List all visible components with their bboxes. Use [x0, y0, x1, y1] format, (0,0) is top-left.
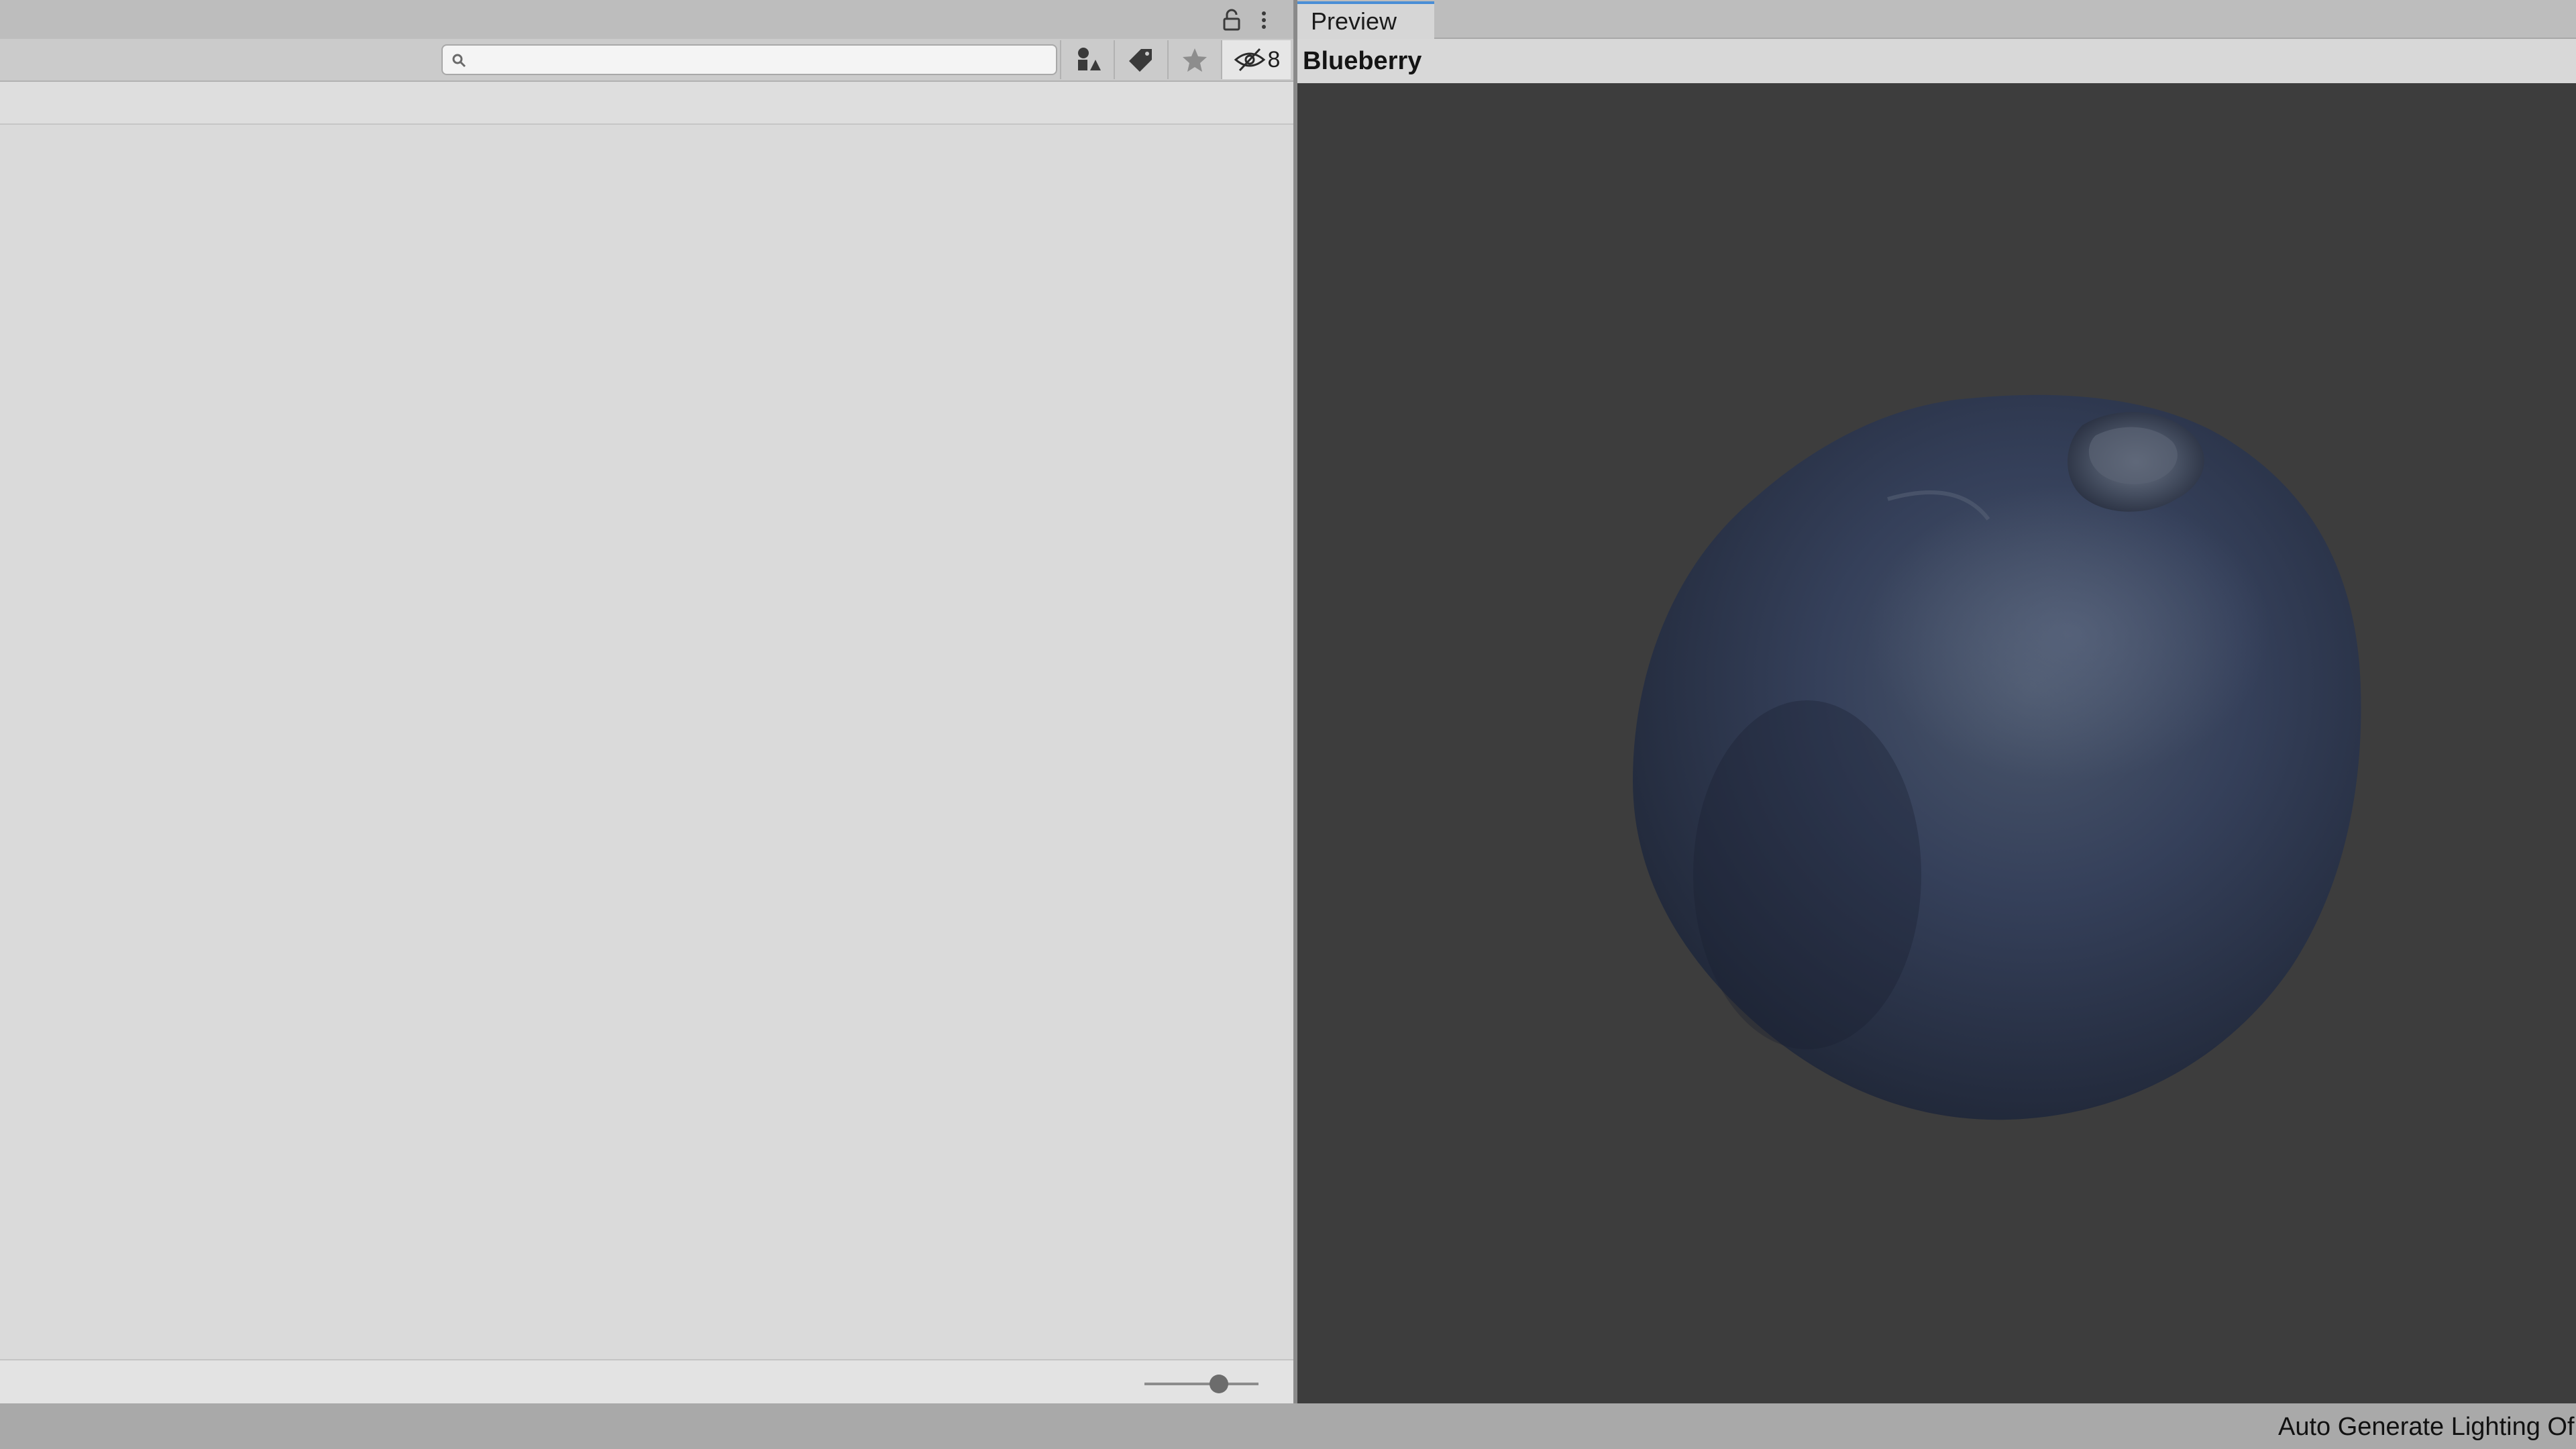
preview-header: Blueberry — [1297, 39, 2576, 83]
project-footer — [0, 1359, 1293, 1403]
search-icon — [452, 54, 466, 68]
zoom-slider-handle[interactable] — [1209, 1375, 1228, 1393]
filter-by-type-button[interactable] — [1060, 40, 1114, 79]
asset-name: Blueberry — [1303, 46, 1422, 75]
search-input[interactable] — [472, 47, 1052, 72]
project-toolbar: 8 — [0, 39, 1293, 82]
preview-panel: Preview Blueberry — [1297, 0, 2576, 1403]
preview-viewport[interactable] — [1297, 83, 2576, 1403]
tab-preview[interactable]: Preview — [1297, 1, 1434, 39]
status-text: Auto Generate Lighting Of — [2278, 1413, 2575, 1441]
more-options-icon[interactable] — [1256, 7, 1272, 34]
status-bar: Auto Generate Lighting Of — [0, 1403, 2576, 1449]
zoom-slider-track[interactable] — [1144, 1383, 1258, 1385]
tag-icon — [1129, 49, 1152, 72]
star-icon — [1183, 48, 1207, 72]
breadcrumb-bar — [0, 82, 1293, 125]
hidden-packages-button[interactable]: 8 — [1221, 40, 1291, 79]
asset-grid[interactable] — [0, 125, 1293, 1359]
filter-by-label-button[interactable] — [1114, 40, 1167, 79]
project-panel: 8 — [0, 0, 1293, 1403]
preview-tab-bar: Preview — [1297, 0, 2576, 39]
shapes-icon — [1078, 48, 1101, 70]
favorites-button[interactable] — [1167, 40, 1221, 79]
lock-icon[interactable] — [1220, 7, 1244, 34]
tab-preview-label: Preview — [1311, 7, 1397, 35]
blueberry-model — [1633, 394, 2361, 1120]
hidden-packages-count: 8 — [1267, 46, 1281, 72]
eye-slash-icon — [1234, 48, 1265, 72]
project-tab-bar — [0, 0, 1293, 39]
search-field[interactable] — [441, 44, 1057, 75]
